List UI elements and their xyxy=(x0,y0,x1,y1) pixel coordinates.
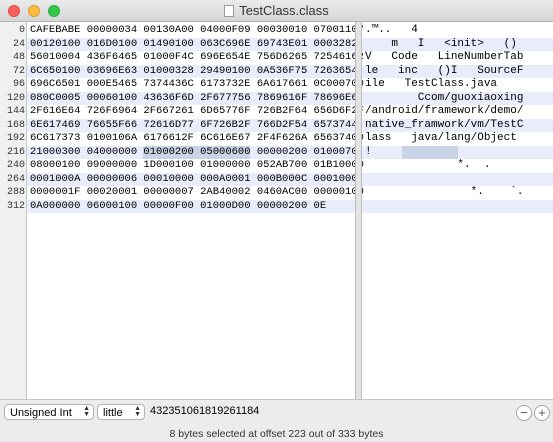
popup-arrows-icon: ▲ ▼ xyxy=(134,405,141,418)
ascii-row[interactable]: ! xyxy=(365,146,372,159)
offset-gutter: 0 24 48 72 96 120 144 168 192 216 240 264 288 312 xyxy=(0,22,27,399)
ascii-row[interactable]: lass java/lang/Object xyxy=(365,132,517,145)
hex-row[interactable]: 080C0005 00060100 43636F6D 2F677756 7869… xyxy=(30,92,364,105)
row-stripe xyxy=(362,199,553,213)
popup-arrows-icon: ▲ ▼ xyxy=(83,405,90,418)
row-stripe xyxy=(362,172,553,186)
hex-row[interactable]: 08000100 09000000 1D000100 01000000 052A… xyxy=(30,159,364,172)
hex-row[interactable]: CAFEBABE 00000034 00130A00 04000F09 0003… xyxy=(30,24,364,37)
hex-row[interactable]: 6C650100 03696E63 01000328 29490100 0A53… xyxy=(30,65,364,78)
ascii-row[interactable]: /android/framework/demo/ xyxy=(365,105,523,118)
ascii-row[interactable]: V Code LineNumberTab xyxy=(365,51,523,64)
offset-label: 288 xyxy=(6,187,25,198)
hex-row[interactable]: 0001000A 00000006 00010000 000A0001 000B… xyxy=(30,173,364,186)
ascii-view[interactable]: .™.. 4 m I <init> () V Code LineNumberTab… xyxy=(362,22,553,399)
selection-status: 8 bytes selected at offset 223 out of 33… xyxy=(169,428,384,440)
ascii-row[interactable]: native_framwork/vm/TestC xyxy=(365,119,523,132)
int-type-popup[interactable]: Unsigned Int ▲ ▼ xyxy=(4,404,94,420)
pane-divider[interactable] xyxy=(355,22,362,399)
status-bar: Unsigned Int ▲ ▼ little ▲ ▼ 43235106181926… xyxy=(0,399,553,442)
title-bar: TestClass.class xyxy=(0,0,553,22)
editor-area: 0 24 48 72 96 120 144 168 192 216 240 264 288 312 CAF… xyxy=(0,22,553,399)
offset-label: 72 xyxy=(12,65,25,77)
hex-row[interactable]: 696C6501 000E5465 7374436C 6173732E 6A61… xyxy=(30,78,364,91)
offset-label: 0 xyxy=(18,25,25,36)
hex-row[interactable]: 56010004 436F6465 01000F4C 696E654E 756D… xyxy=(30,51,364,64)
ascii-row[interactable]: .™.. 4 xyxy=(365,24,418,37)
offset-label: 120 xyxy=(6,92,25,104)
int-type-label: Unsigned Int xyxy=(10,407,72,419)
offset-label: 240 xyxy=(6,160,25,171)
offset-label: 312 xyxy=(6,200,25,212)
endianness-label: little xyxy=(103,407,123,419)
hex-row[interactable]: 0000001F 00020001 00000007 2AB40002 0460… xyxy=(30,186,364,199)
document-icon xyxy=(224,5,235,17)
hex-row[interactable]: 6E617469 76655F66 72616D77 6F726B2F 766D… xyxy=(30,119,364,132)
offset-label: 144 xyxy=(6,106,25,117)
offset-label: 96 xyxy=(12,79,25,90)
ascii-row[interactable]: *. . xyxy=(365,159,490,172)
ascii-row[interactable]: le inc ()I SourceF xyxy=(365,65,523,78)
window-title: TestClass.class xyxy=(0,3,553,18)
add-button[interactable]: + xyxy=(534,405,550,421)
offset-label: 24 xyxy=(12,38,25,50)
ascii-row[interactable]: *. `. xyxy=(365,186,524,199)
offset-label: 264 xyxy=(6,173,25,185)
offset-label: 168 xyxy=(6,119,25,131)
hex-row[interactable]: 6C617373 0100106A 6176612F 6C616E67 2F4F… xyxy=(30,132,364,145)
hex-row[interactable]: 21000300 04000000 01000200 05000600 0000… xyxy=(30,146,364,159)
value-field[interactable]: 432351061819261184 xyxy=(150,405,259,417)
offset-label: 192 xyxy=(6,133,25,144)
ascii-row[interactable]: m I <init> () xyxy=(365,38,516,51)
window-title-text: TestClass.class xyxy=(239,3,329,18)
offset-label: 216 xyxy=(6,146,25,158)
offset-label: 48 xyxy=(12,52,25,63)
ascii-row[interactable]: ile TestClass.java xyxy=(365,78,497,91)
hex-row[interactable]: 00120100 016D0100 01490100 063C696E 6974… xyxy=(30,38,364,51)
ascii-row[interactable]: Ccom/guoxiaoxing xyxy=(365,92,524,105)
hex-row[interactable]: 0A000000 06000100 00000F00 01000D00 0000… xyxy=(30,200,326,213)
hex-row[interactable]: 2F616E64 726F6964 2F667261 6D65776F 726B… xyxy=(30,105,364,118)
selection-highlight xyxy=(402,145,458,159)
remove-button[interactable]: − xyxy=(516,405,532,421)
hex-view[interactable]: CAFEBABE 00000034 00130A00 04000F09 0003… xyxy=(27,22,364,399)
endianness-popup[interactable]: little ▲ ▼ xyxy=(97,404,145,420)
hex-editor-window: TestClass.class 0 24 48 72 96 120 144 168 192 216… xyxy=(0,0,553,442)
